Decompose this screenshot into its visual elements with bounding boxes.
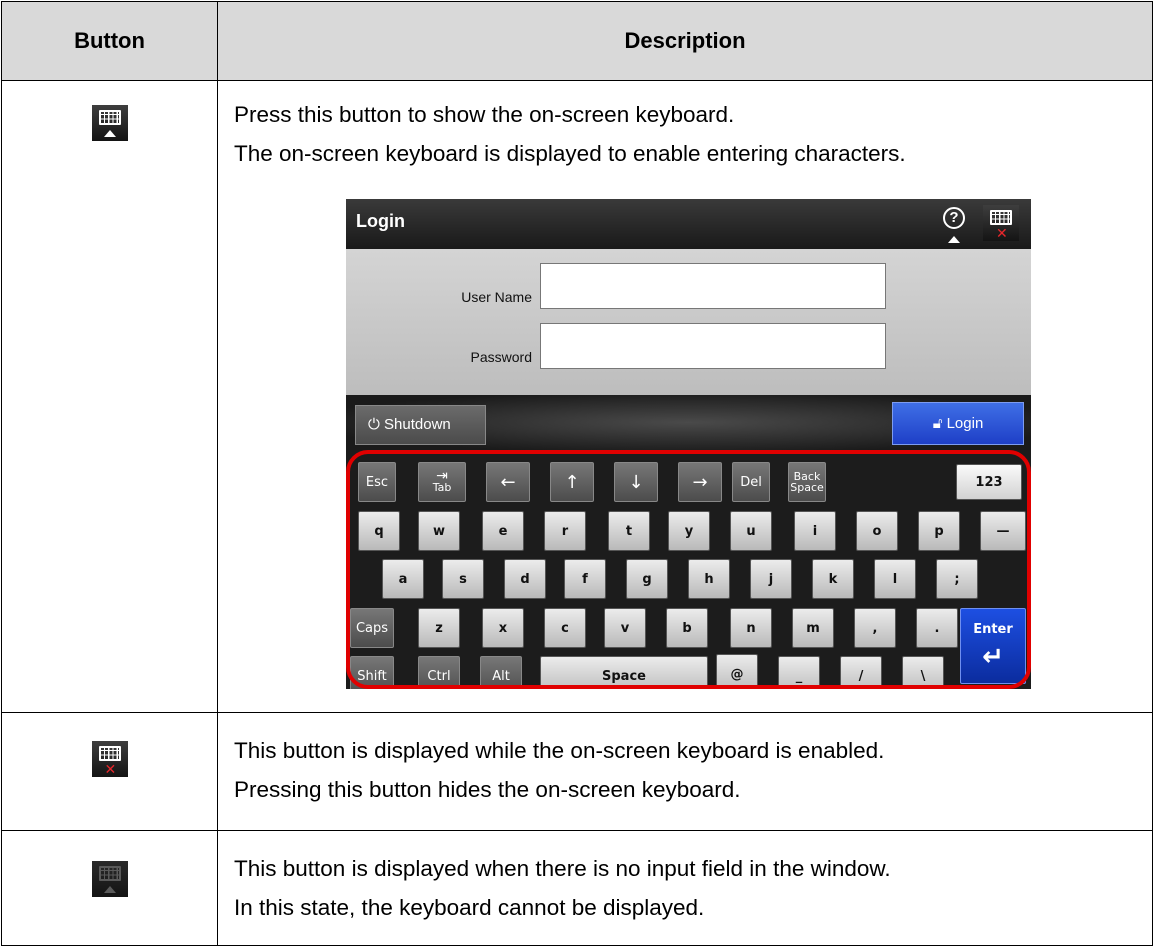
button-cell: ✕ [1,712,218,831]
key-r[interactable]: r [544,511,586,551]
key-123[interactable]: 123 [956,464,1022,500]
keyboard-hide-icon: ✕ [91,741,128,777]
key-e[interactable]: e [482,511,524,551]
login-button[interactable]: 🔓︎ Login [892,402,1024,445]
username-field[interactable] [540,263,886,309]
key-j[interactable]: j [750,559,792,599]
table-header-row: Button Description [1,1,1153,81]
key-s[interactable]: s [442,559,484,599]
key-dash[interactable]: — [980,511,1026,551]
key-backslash[interactable]: \ [902,656,944,689]
key-y[interactable]: y [668,511,710,551]
key-c[interactable]: c [544,608,586,648]
key-down[interactable]: ↓ [614,462,658,502]
key-m[interactable]: m [792,608,834,648]
key-comma[interactable]: , [854,608,896,648]
key-a[interactable]: a [382,559,424,599]
keyboard-disabled-icon [91,861,128,897]
key-underscore[interactable]: _ [778,656,820,689]
description-line: Press this button to show the on-screen … [234,102,735,127]
key-ctrl[interactable]: Ctrl [418,656,460,689]
keyboard-hide-icon[interactable]: ✕ [983,205,1019,241]
key-tab[interactable]: ⇥ Tab [418,462,466,502]
description-cell: This button is displayed when there is n… [217,830,1153,946]
description-line: In this state, the keyboard cannot be di… [234,895,705,920]
help-icon[interactable]: ? [936,205,972,243]
key-caps[interactable]: Caps [350,608,394,648]
description-line: This button is displayed when there is n… [234,856,891,881]
button-cell [1,830,218,946]
login-form: User Name Password [346,249,1031,395]
table-row: ✕ This button is displayed while the on-… [1,712,1153,831]
action-bar: ⏻ Shutdown 🔓︎ Login [346,395,1031,450]
key-up[interactable]: ↑ [550,462,594,502]
keyboard-show-icon [91,105,128,141]
table-row: Press this button to show the on-screen … [1,80,1153,713]
power-icon: ⏻ [368,416,380,433]
key-z[interactable]: z [418,608,460,648]
key-right[interactable]: → [678,462,722,502]
key-g[interactable]: g [626,559,668,599]
window-title: Login [356,211,405,231]
key-n[interactable]: n [730,608,772,648]
key-h[interactable]: h [688,559,730,599]
key-shift[interactable]: Shift [350,656,394,689]
description-line: The on-screen keyboard is displayed to e… [234,141,906,166]
header-description: Description [217,1,1153,81]
key-alt[interactable]: Alt [480,656,522,689]
key-l[interactable]: l [874,559,916,599]
button-cell [1,80,218,713]
key-i[interactable]: i [794,511,836,551]
key-p[interactable]: p [918,511,960,551]
header-button: Button [1,1,218,81]
key-semicolon[interactable]: ; [936,559,978,599]
key-esc[interactable]: Esc [358,462,396,502]
lock-icon: 🔓︎ [932,415,943,432]
key-enter[interactable]: Enter ↵ [960,608,1026,684]
key-k[interactable]: k [812,559,854,599]
key-left[interactable]: ← [486,462,530,502]
shutdown-button[interactable]: ⏻ Shutdown [355,405,486,445]
key-b[interactable]: b [666,608,708,648]
key-d[interactable]: d [504,559,546,599]
key-f[interactable]: f [564,559,606,599]
password-field[interactable] [540,323,886,369]
key-slash[interactable]: / [840,656,882,689]
button-description-table: Button Description Press this button to … [1,1,1153,946]
key-v[interactable]: v [604,608,646,648]
on-screen-keyboard: Esc ⇥ Tab ← ↑ ↓ → Del Back Space 123 q w … [346,450,1031,689]
key-w[interactable]: w [418,511,460,551]
username-label: User Name [461,289,532,305]
key-x[interactable]: x [482,608,524,648]
password-label: Password [470,349,532,365]
key-at[interactable]: @ [716,654,758,689]
key-t[interactable]: t [608,511,650,551]
table-row: This button is displayed when there is n… [1,830,1153,946]
key-space[interactable]: Space [540,656,708,689]
description-cell: This button is displayed while the on-sc… [217,712,1153,831]
description-line: Pressing this button hides the on-screen… [234,777,741,802]
description-line: This button is displayed while the on-sc… [234,738,885,763]
login-screen-example: Login ? ✕ User Name Password ⏻ Shutdown … [346,199,1031,689]
key-period[interactable]: . [916,608,958,648]
key-o[interactable]: o [856,511,898,551]
key-del[interactable]: Del [732,462,770,502]
description-cell: Press this button to show the on-screen … [217,80,1153,713]
enter-arrow-icon: ↵ [982,641,1004,672]
key-u[interactable]: u [730,511,772,551]
key-backspace[interactable]: Back Space [788,462,826,502]
key-q[interactable]: q [358,511,400,551]
title-bar: Login ? ✕ [346,199,1031,249]
